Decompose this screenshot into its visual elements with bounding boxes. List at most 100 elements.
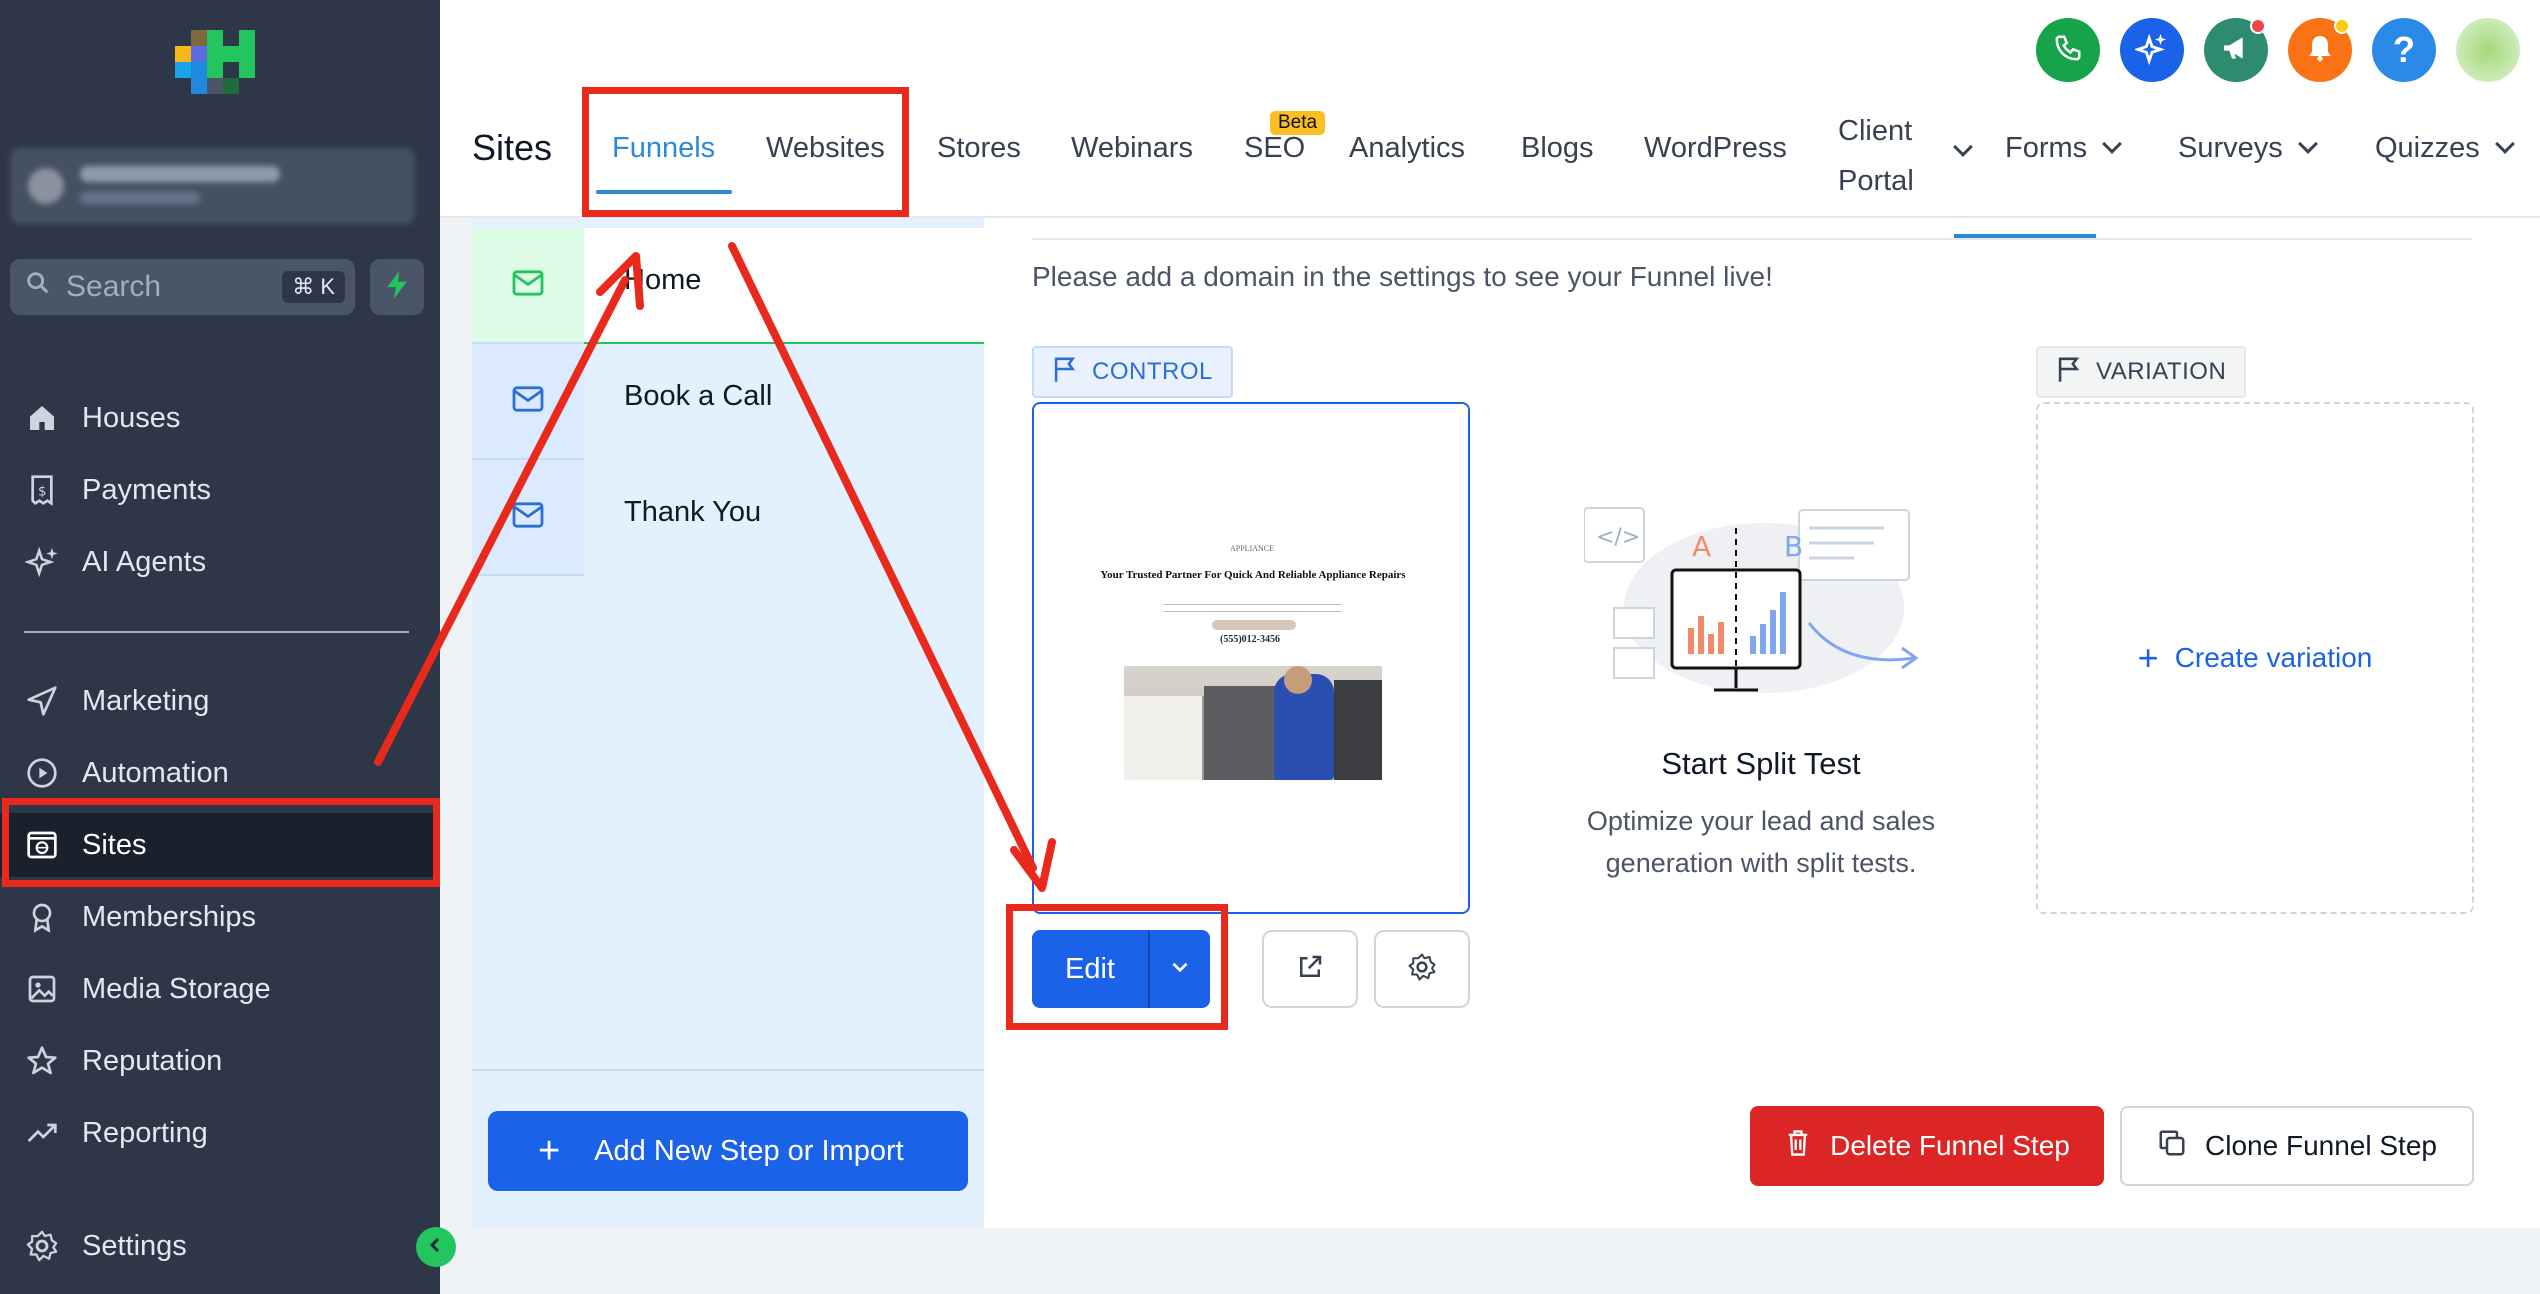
preview-logo: APPLIANCE bbox=[1230, 544, 1275, 553]
subtab-active-indicator bbox=[1954, 234, 2096, 238]
sidebar-item-label: Memberships bbox=[82, 900, 257, 933]
highlight-sites-nav bbox=[2, 798, 440, 887]
clone-funnel-step-button[interactable]: Clone Funnel Step bbox=[2120, 1106, 2474, 1186]
svg-text:</>: </> bbox=[1596, 525, 1640, 550]
control-label: CONTROL bbox=[1092, 358, 1213, 385]
sidebar-item-marketing[interactable]: Marketing bbox=[0, 669, 440, 733]
delete-label: Delete Funnel Step bbox=[1830, 1130, 2070, 1161]
tab-forms-label: Forms bbox=[2005, 132, 2088, 164]
tab-surveys[interactable]: Surveys bbox=[2178, 132, 2318, 165]
tab-stores[interactable]: Stores bbox=[937, 132, 1021, 165]
plus-icon: + bbox=[538, 1130, 561, 1172]
search-placeholder: Search bbox=[66, 270, 162, 303]
sidebar-item-media-storage[interactable]: Media Storage bbox=[0, 957, 440, 1021]
mail-icon bbox=[511, 269, 545, 302]
sidebar-item-label: Reporting bbox=[82, 1116, 208, 1149]
sidebar-item-label: Settings bbox=[82, 1229, 187, 1262]
delete-funnel-step-button[interactable]: Delete Funnel Step bbox=[1750, 1106, 2104, 1186]
notification-dot bbox=[2250, 18, 2266, 34]
tab-client-portal-line2: Portal bbox=[1838, 165, 1914, 197]
step-item-book-a-call[interactable]: Book a Call bbox=[472, 344, 984, 460]
clone-label: Clone Funnel Step bbox=[2205, 1130, 2437, 1161]
home-icon bbox=[24, 400, 60, 436]
sidebar-item-ai-agents[interactable]: AI Agents bbox=[0, 530, 440, 594]
account-switcher[interactable] bbox=[10, 148, 415, 224]
tab-client-portal[interactable]: Client Portal bbox=[1838, 106, 1914, 206]
sidebar-item-automation[interactable]: Automation bbox=[0, 741, 440, 805]
chevron-down-icon bbox=[2102, 134, 2123, 154]
preview-cta bbox=[1212, 620, 1296, 630]
tab-surveys-label: Surveys bbox=[2178, 132, 2283, 164]
split-test-illustration: </> A B bbox=[1584, 507, 1919, 693]
sidebar: Search ⌘ K Houses $ Payments AI Agents M… bbox=[0, 0, 456, 1294]
sidebar-item-label: Marketing bbox=[82, 684, 210, 717]
app-logo[interactable] bbox=[175, 30, 255, 110]
sidebar-item-houses[interactable]: Houses bbox=[0, 386, 440, 450]
announcements-button[interactable] bbox=[2204, 18, 2268, 82]
megaphone-icon bbox=[2220, 32, 2252, 69]
step-settings-button[interactable] bbox=[1374, 930, 1470, 1008]
avatar[interactable] bbox=[2456, 18, 2520, 82]
domain-notice: Please add a domain in the settings to s… bbox=[1032, 261, 1773, 292]
tab-quizzes-label: Quizzes bbox=[2375, 132, 2480, 164]
collapse-sidebar-button[interactable] bbox=[416, 1227, 456, 1267]
quick-action-button[interactable] bbox=[370, 259, 424, 315]
tab-wordpress[interactable]: WordPress bbox=[1644, 132, 1787, 165]
preview-phone: (555)012-3456 bbox=[1220, 634, 1280, 645]
step-label: Thank You bbox=[624, 496, 762, 528]
preview-headline: Your Trusted Partner For Quick And Relia… bbox=[1100, 569, 1406, 581]
highlight-funnels-websites bbox=[582, 87, 909, 217]
tab-seo[interactable]: SEO bbox=[1244, 132, 1305, 165]
page-preview[interactable]: APPLIANCE Your Trusted Partner For Quick… bbox=[1032, 402, 1470, 914]
funnel-steps-panel: Home Book a Call Thank You + Add New Ste… bbox=[472, 218, 984, 1228]
tab-forms[interactable]: Forms bbox=[2005, 132, 2123, 165]
add-step-label: Add New Step or Import bbox=[594, 1134, 904, 1167]
send-icon bbox=[24, 683, 60, 719]
open-preview-button[interactable] bbox=[1262, 930, 1358, 1008]
step-item-home[interactable]: Home bbox=[472, 228, 984, 344]
plus-icon: + bbox=[2137, 637, 2159, 678]
help-button[interactable]: ? bbox=[2372, 18, 2436, 82]
sidebar-item-label: Automation bbox=[82, 756, 229, 789]
tab-client-portal-line1: Client bbox=[1838, 115, 1913, 147]
step-label: Home bbox=[624, 264, 702, 296]
chevron-down-icon[interactable] bbox=[1953, 137, 1973, 157]
sidebar-item-label: Media Storage bbox=[82, 972, 271, 1005]
notification-dot bbox=[2334, 18, 2350, 34]
step-item-thank-you[interactable]: Thank You bbox=[472, 460, 984, 576]
label-b: B bbox=[1784, 530, 1803, 563]
tab-quizzes[interactable]: Quizzes bbox=[2375, 132, 2515, 165]
sidebar-item-memberships[interactable]: Memberships bbox=[0, 885, 440, 949]
ai-assistant-button[interactable] bbox=[2120, 18, 2184, 82]
add-step-button[interactable]: + Add New Step or Import bbox=[488, 1111, 968, 1191]
gear-icon bbox=[1407, 952, 1437, 987]
steps-divider bbox=[472, 1069, 984, 1071]
subtabs-divider bbox=[1032, 238, 2472, 240]
sidebar-item-label: AI Agents bbox=[82, 545, 207, 578]
sidebar-item-payments[interactable]: $ Payments bbox=[0, 458, 440, 522]
help-icon: ? bbox=[2393, 29, 2415, 70]
tab-blogs[interactable]: Blogs bbox=[1521, 132, 1594, 165]
svg-text:$: $ bbox=[38, 484, 46, 499]
flag-icon bbox=[2056, 355, 2082, 390]
sidebar-item-reporting[interactable]: Reporting bbox=[0, 1101, 440, 1165]
preview-photo bbox=[1124, 666, 1382, 780]
create-variation-button[interactable]: + Create variation bbox=[2036, 402, 2474, 914]
notifications-button[interactable] bbox=[2288, 18, 2352, 82]
phone-button[interactable] bbox=[2036, 18, 2100, 82]
sidebar-item-reputation[interactable]: Reputation bbox=[0, 1029, 440, 1093]
step-icon-box bbox=[472, 228, 584, 344]
tab-analytics[interactable]: Analytics bbox=[1349, 132, 1465, 165]
star-icon bbox=[24, 1043, 60, 1079]
receipt-icon: $ bbox=[24, 472, 60, 508]
sidebar-item-label: Reputation bbox=[82, 1044, 223, 1077]
bell-icon bbox=[2304, 32, 2336, 69]
search-input[interactable]: Search ⌘ K bbox=[10, 259, 355, 315]
create-variation-label: Create variation bbox=[2174, 642, 2373, 673]
sidebar-item-label: Houses bbox=[82, 401, 181, 434]
mail-icon bbox=[511, 385, 545, 418]
split-test-title: Start Split Test bbox=[1661, 746, 1861, 781]
sidebar-item-settings[interactable]: Settings bbox=[0, 1214, 440, 1278]
page-title: Sites bbox=[472, 127, 553, 168]
tab-webinars[interactable]: Webinars bbox=[1071, 132, 1193, 165]
